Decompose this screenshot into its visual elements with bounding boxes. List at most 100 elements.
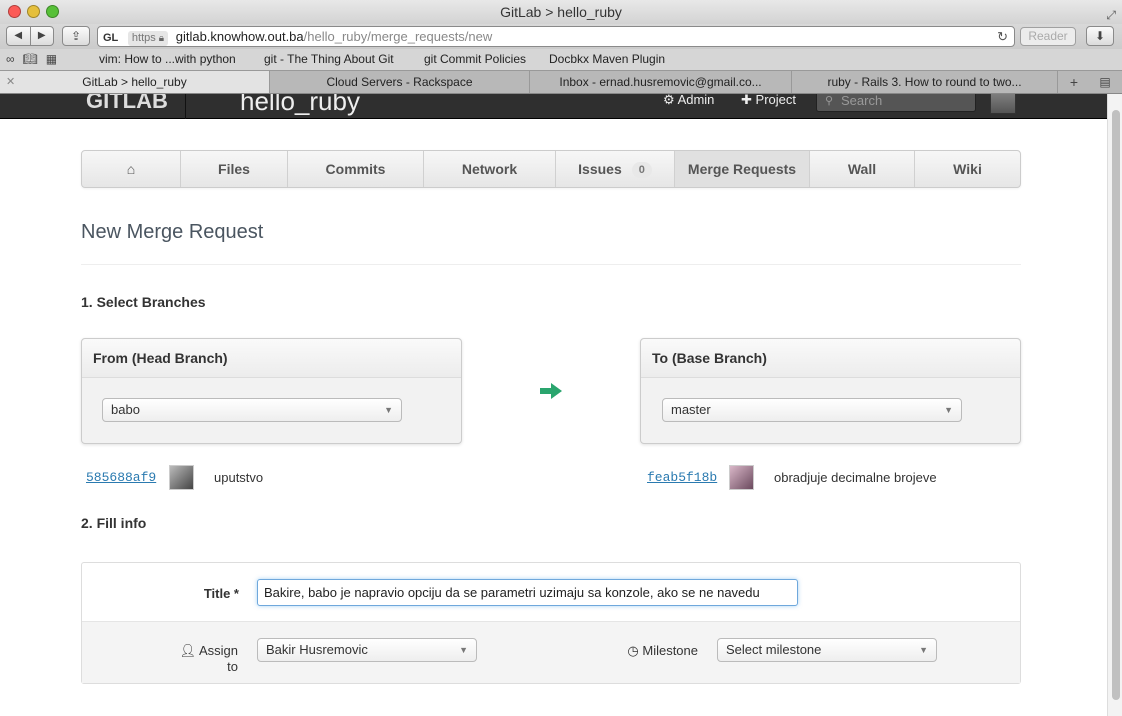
tab-issues[interactable]: Issues 0 <box>556 151 675 187</box>
arrow-right-icon <box>540 383 562 399</box>
page-content: GITLAB hello_ruby ⚙ Admin ✚ Project ⚲ Sea… <box>0 94 1107 716</box>
tab-overview-icon[interactable]: ▤ <box>1094 71 1116 93</box>
downloads-icon[interactable]: ⬇ <box>1086 26 1114 46</box>
user-avatar[interactable] <box>990 94 1016 114</box>
browser-tabs: ✕ GitLab > hello_ruby Cloud Servers - Ra… <box>0 70 1122 94</box>
window-titlebar: GitLab > hello_ruby ⤢ <box>0 0 1122 24</box>
tab-label: ruby - Rails 3. How to round to two... <box>827 75 1022 89</box>
gitlab-header: GITLAB hello_ruby ⚙ Admin ✚ Project ⚲ Sea… <box>0 94 1107 119</box>
to-commit-message: obradjuje decimalne brojeve <box>774 470 937 485</box>
tab-files[interactable]: Files <box>181 151 288 187</box>
merge-request-form: Title * Bakire, babo je napravio opciju … <box>81 562 1021 684</box>
share-icon[interactable]: ⇪ <box>62 26 90 46</box>
plus-icon: ✚ <box>741 94 752 107</box>
gitlab-logo[interactable]: GITLAB <box>86 94 168 114</box>
milestone-value: Select milestone <box>726 642 822 657</box>
search-placeholder: Search <box>841 94 883 108</box>
tab-wall[interactable]: Wall <box>810 151 915 187</box>
bookmark-tools: ∞📖︎▦ <box>6 49 65 70</box>
issues-count-badge: 0 <box>631 162 652 179</box>
close-tab-icon[interactable]: ✕ <box>6 71 15 93</box>
new-project-link[interactable]: ✚ Project <box>741 94 796 106</box>
tab-rackspace[interactable]: Cloud Servers - Rackspace <box>270 71 530 93</box>
address-bar[interactable]: GL https 🔒︎ gitlab.knowhow.out.ba/hello_r… <box>97 26 1015 47</box>
assignee-select[interactable]: Bakir Husremovic ▼ <box>257 638 477 662</box>
form-assign-row: 👤︎ Assign to Bakir Husremovic ▼ ◷ Milest… <box>82 621 1020 683</box>
to-commit-sha-link[interactable]: feab5f18b <box>647 470 717 485</box>
chevron-down-icon: ▼ <box>944 405 953 415</box>
reading-list-icon[interactable]: ∞ <box>6 52 23 66</box>
milestone-select[interactable]: Select milestone ▼ <box>717 638 937 662</box>
tab-label: Cloud Servers - Rackspace <box>326 75 473 89</box>
title-input[interactable]: Bakire, babo je napravio opciju da se pa… <box>257 579 798 606</box>
tab-label: GitLab > hello_ruby <box>82 75 187 89</box>
to-branch-heading: To (Base Branch) <box>641 339 1020 378</box>
milestone-label: ◷ Milestone <box>622 643 698 659</box>
issues-label: Issues <box>578 161 622 177</box>
tab-wiki[interactable]: Wiki <box>915 151 1020 187</box>
user-icon: 👤︎ <box>179 643 197 658</box>
bookmark-item[interactable]: vim: How to ...with python <box>99 49 236 70</box>
back-button[interactable]: ◀ <box>7 27 31 45</box>
from-commit-avatar[interactable] <box>169 465 194 490</box>
chevron-down-icon: ▼ <box>459 645 468 655</box>
from-commit-message: uputstvo <box>214 470 264 485</box>
forward-button[interactable]: ▶ <box>31 27 54 45</box>
tab-inbox[interactable]: Inbox - ernad.husremovic@gmail.co... <box>530 71 792 93</box>
gear-icon: ⚙ <box>663 94 675 107</box>
step-fill-info-heading: 2. Fill info <box>81 515 147 531</box>
close-window-button[interactable] <box>8 5 21 18</box>
nav-home[interactable]: ⌂ <box>82 151 181 187</box>
top-sites-grid-icon[interactable]: ▦ <box>46 52 65 66</box>
clock-icon: ◷ <box>627 643 639 658</box>
header-divider <box>185 94 186 119</box>
tab-network[interactable]: Network <box>424 151 556 187</box>
from-branch-heading: From (Head Branch) <box>82 339 461 378</box>
back-forward-buttons: ◀ ▶ <box>6 26 54 46</box>
vertical-scrollbar[interactable] <box>1107 94 1122 716</box>
reload-icon[interactable]: ↻ <box>997 27 1008 46</box>
tab-commits[interactable]: Commits <box>288 151 424 187</box>
tab-merge-requests[interactable]: Merge Requests <box>675 151 810 187</box>
assignee-value: Bakir Husremovic <box>266 642 368 657</box>
bookmark-item[interactable]: git - The Thing About Git <box>264 49 394 70</box>
step-select-branches-heading: 1. Select Branches <box>81 294 206 310</box>
bookmarks-book-icon[interactable]: 📖︎ <box>23 52 46 66</box>
tab-label: Inbox - ernad.husremovic@gmail.co... <box>559 75 762 89</box>
reader-button[interactable]: Reader <box>1020 27 1076 46</box>
project-nav: ⌂ Files Commits Network Issues 0 Merge Re… <box>81 150 1021 188</box>
tab-gitlab[interactable]: ✕ GitLab > hello_ruby <box>0 71 270 93</box>
to-commit-avatar[interactable] <box>729 465 754 490</box>
title-divider <box>81 264 1021 265</box>
from-branch-select[interactable]: babo ▼ <box>102 398 402 422</box>
project-name[interactable]: hello_ruby <box>240 94 360 117</box>
minimize-window-button[interactable] <box>27 5 40 18</box>
window-title: GitLab > hello_ruby <box>500 4 622 20</box>
scrollbar-thumb[interactable] <box>1112 110 1120 700</box>
bookmark-item[interactable]: git Commit Policies <box>424 49 526 70</box>
from-commit-sha-link[interactable]: 585688af9 <box>86 470 156 485</box>
page-title: New Merge Request <box>81 221 264 243</box>
zoom-window-button[interactable] <box>46 5 59 18</box>
admin-link[interactable]: ⚙ Admin <box>663 94 714 106</box>
new-tab-icon[interactable]: + <box>1064 71 1084 93</box>
site-favicon: GL <box>103 32 119 44</box>
https-text: https <box>131 32 156 44</box>
lock-icon: 🔒︎ <box>158 33 165 44</box>
home-icon: ⌂ <box>126 161 136 177</box>
https-label: https 🔒︎ <box>127 31 169 46</box>
to-branch-select[interactable]: master ▼ <box>662 398 962 422</box>
search-icon: ⚲ <box>825 95 834 107</box>
search-input[interactable]: ⚲ Search <box>816 94 976 112</box>
chevron-down-icon: ▼ <box>384 405 393 415</box>
tab-stackoverflow[interactable]: ruby - Rails 3. How to round to two... <box>792 71 1058 93</box>
url-host: gitlab.knowhow.out.ba <box>175 29 304 44</box>
milestone-label-text: Milestone <box>642 643 698 658</box>
bookmarks-bar: ∞📖︎▦ vim: How to ...with python git - Th… <box>0 49 1122 70</box>
bookmark-item[interactable]: Docbkx Maven Plugin <box>549 49 665 70</box>
assign-label: 👤︎ Assign to <box>168 643 238 674</box>
url-path: /hello_ruby/merge_requests/new <box>303 29 493 44</box>
from-branch-box: From (Head Branch) babo ▼ <box>81 338 462 444</box>
new-project-label: Project <box>755 94 796 107</box>
assign-label-text: Assign to <box>198 643 238 674</box>
